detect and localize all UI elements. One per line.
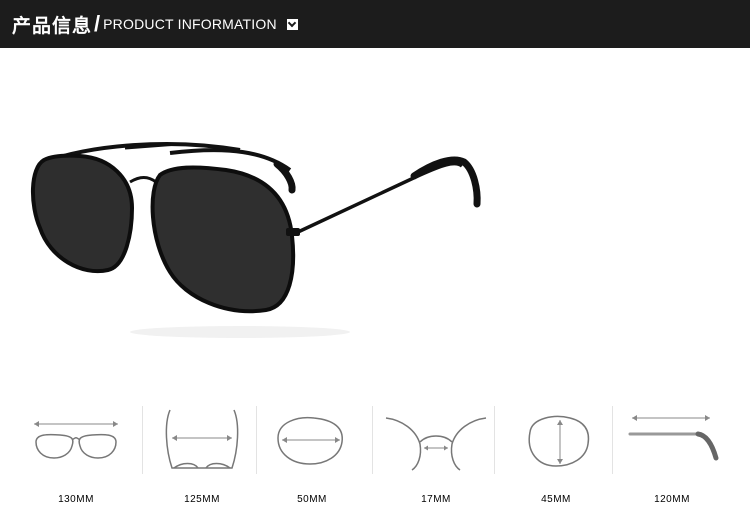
spec-label-total-width: 130MM <box>58 494 94 505</box>
spec-label-lens-height: 45MM <box>541 494 571 505</box>
bridge-width-icon <box>382 402 490 476</box>
spec-divider <box>256 406 257 474</box>
spec-label-temple-length: 120MM <box>654 494 690 505</box>
header-title-en: PRODUCT INFORMATION <box>103 16 277 32</box>
header-bar: 产品信息 / PRODUCT INFORMATION <box>0 0 750 48</box>
spec-divider <box>372 406 373 474</box>
temple-length-icon <box>618 402 726 476</box>
chevron-down-icon[interactable] <box>286 18 298 30</box>
header-title-cn: 产品信息 <box>12 14 93 37</box>
spec-label-bridge-width: 17MM <box>421 494 451 505</box>
spec-divider <box>142 406 143 474</box>
lens-height-icon <box>502 402 610 476</box>
product-image <box>0 48 750 378</box>
temple-spread-icon <box>148 402 256 476</box>
lens-width-icon <box>258 402 366 476</box>
spec-label-temple-spread: 125MM <box>184 494 220 505</box>
header-slash: / <box>94 11 101 36</box>
spec-divider <box>494 406 495 474</box>
spec-label-lens-width: 50MM <box>297 494 327 505</box>
spec-divider <box>612 406 613 474</box>
aviator-sunglasses-image <box>30 142 481 338</box>
total-width-icon <box>22 402 130 476</box>
